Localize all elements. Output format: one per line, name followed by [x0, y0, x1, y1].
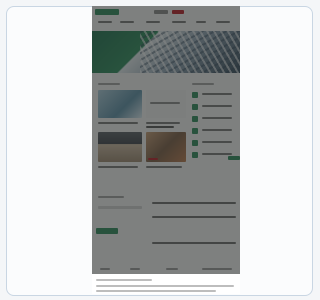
cookie-text-line-1: [96, 279, 152, 281]
cookie-text-line-2: [96, 285, 234, 287]
cookie-text-line-3: [96, 290, 216, 292]
website-screenshot: [92, 6, 240, 294]
cookie-modal-backdrop: [92, 6, 240, 274]
